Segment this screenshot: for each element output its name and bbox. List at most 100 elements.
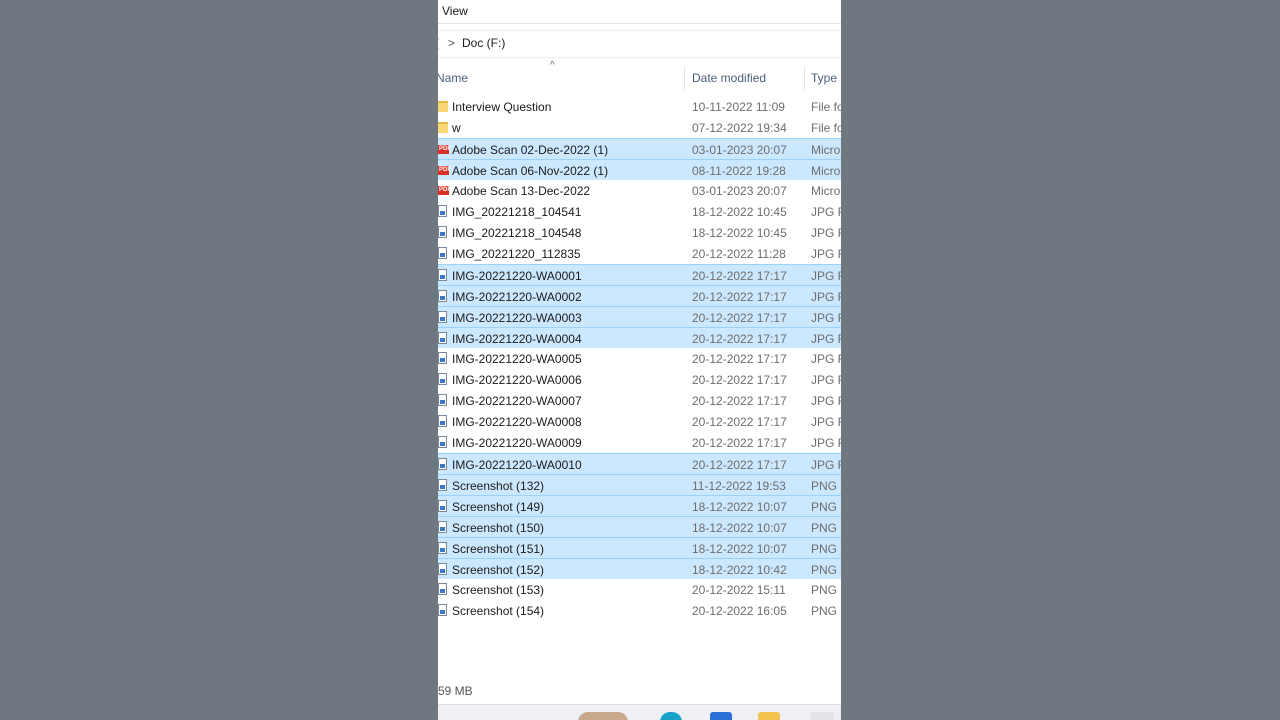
- image-icon: [438, 311, 447, 323]
- file-row[interactable]: IMG_20221218_104541 18-12-2022 10:45 JPG F…: [438, 201, 841, 222]
- file-name[interactable]: IMG-20221220-WA0006: [452, 373, 582, 387]
- image-icon: [438, 500, 447, 512]
- file-row[interactable]: Screenshot (154) 20-12-2022 16:05 PNG F: [438, 600, 841, 621]
- image-icon: [438, 458, 447, 470]
- file-row[interactable]: IMG-20221220-WA0008 20-12-2022 17:17 JPG F…: [438, 411, 841, 432]
- file-row[interactable]: Screenshot (149) 18-12-2022 10:07 PNG F: [438, 495, 841, 516]
- file-name[interactable]: Screenshot (150): [452, 521, 544, 535]
- file-row[interactable]: IMG-20221220-WA0005 20-12-2022 17:17 JPG F…: [438, 348, 841, 369]
- file-row[interactable]: Screenshot (132) 11-12-2022 19:53 PNG F: [438, 474, 841, 495]
- column-divider[interactable]: [684, 66, 685, 90]
- file-row[interactable]: IMG_20221218_104548 18-12-2022 10:45 JPG F…: [438, 222, 841, 243]
- column-header-type[interactable]: Type: [811, 71, 837, 85]
- file-name[interactable]: w: [452, 121, 461, 135]
- file-name[interactable]: Screenshot (153): [452, 583, 544, 597]
- file-row[interactable]: Screenshot (151) 18-12-2022 10:07 PNG F: [438, 537, 841, 558]
- file-list: Interview Question 10-11-2022 11:09 File f…: [438, 96, 841, 621]
- file-name[interactable]: Interview Question: [452, 100, 551, 114]
- file-row[interactable]: IMG-20221220-WA0003 20-12-2022 17:17 JPG F…: [438, 306, 841, 327]
- image-icon: [438, 269, 447, 281]
- file-explorer-icon[interactable]: [758, 712, 780, 720]
- file-name[interactable]: IMG-20221220-WA0005: [452, 352, 582, 366]
- file-row[interactable]: w 07-12-2022 19:34 File fo: [438, 117, 841, 138]
- file-name[interactable]: Adobe Scan 13-Dec-2022: [452, 184, 590, 198]
- column-header-date-modified[interactable]: Date modified: [692, 71, 766, 85]
- image-icon: [438, 583, 447, 595]
- file-type: Micro: [811, 143, 841, 157]
- file-type: JPG Fi: [811, 458, 841, 472]
- file-type: PNG F: [811, 604, 841, 618]
- file-type: PNG F: [811, 563, 841, 577]
- file-type: PNG F: [811, 479, 841, 493]
- file-date-modified: 20-12-2022 17:17: [692, 436, 787, 450]
- file-name[interactable]: IMG-20221220-WA0008: [452, 415, 582, 429]
- file-type: JPG Fi: [811, 247, 841, 261]
- file-date-modified: 18-12-2022 10:45: [692, 205, 787, 219]
- file-date-modified: 20-12-2022 11:28: [692, 247, 786, 261]
- pdf-icon: PDF: [438, 186, 451, 195]
- file-name[interactable]: Screenshot (132): [452, 479, 544, 493]
- file-type: JPG Fi: [811, 394, 841, 408]
- file-name[interactable]: IMG-20221220-WA0009: [452, 436, 582, 450]
- address-bar[interactable]: ( > Doc (F:): [438, 30, 841, 58]
- file-name[interactable]: IMG-20221220-WA0003: [452, 311, 582, 325]
- file-date-modified: 20-12-2022 17:17: [692, 311, 787, 325]
- file-name[interactable]: Adobe Scan 06-Nov-2022 (1): [452, 164, 608, 178]
- file-name[interactable]: IMG-20221220-WA0002: [452, 290, 582, 304]
- taskbar-widget-icon[interactable]: [578, 712, 628, 720]
- file-row[interactable]: Interview Question 10-11-2022 11:09 File f…: [438, 96, 841, 117]
- file-date-modified: 20-12-2022 17:17: [692, 352, 787, 366]
- chevron-right-icon[interactable]: >: [448, 36, 455, 50]
- file-type: JPG Fi: [811, 436, 841, 450]
- file-row[interactable]: IMG-20221220-WA0010 20-12-2022 17:17 JPG F…: [438, 453, 841, 474]
- file-name[interactable]: Screenshot (154): [452, 604, 544, 618]
- menu-view[interactable]: View: [442, 4, 468, 18]
- file-type: PNG F: [811, 542, 841, 556]
- image-icon: [438, 394, 447, 406]
- pdf-icon: PDF: [438, 145, 451, 154]
- column-header-name[interactable]: Name: [438, 71, 468, 85]
- file-row[interactable]: IMG-20221220-WA0009 20-12-2022 17:17 JPG F…: [438, 432, 841, 453]
- image-icon: [438, 542, 447, 554]
- file-date-modified: 18-12-2022 10:45: [692, 226, 787, 240]
- image-icon: [438, 373, 447, 385]
- file-date-modified: 20-12-2022 17:17: [692, 415, 787, 429]
- taskbar-app-icon[interactable]: [810, 712, 834, 720]
- file-date-modified: 20-12-2022 17:17: [692, 269, 787, 283]
- file-name[interactable]: IMG-20221220-WA0001: [452, 269, 582, 283]
- file-name[interactable]: Screenshot (152): [452, 563, 544, 577]
- file-row[interactable]: IMG-20221220-WA0001 20-12-2022 17:17 JPG F…: [438, 264, 841, 285]
- image-icon: [438, 247, 447, 259]
- image-icon: [438, 415, 447, 427]
- file-row[interactable]: IMG-20221220-WA0007 20-12-2022 17:17 JPG F…: [438, 390, 841, 411]
- file-row[interactable]: Screenshot (150) 18-12-2022 10:07 PNG F: [438, 516, 841, 537]
- file-row[interactable]: IMG-20221220-WA0006 20-12-2022 17:17 JPG F…: [438, 369, 841, 390]
- file-name[interactable]: IMG-20221220-WA0010: [452, 458, 582, 472]
- image-icon: [438, 604, 447, 616]
- column-divider[interactable]: [804, 66, 805, 90]
- file-row[interactable]: PDF Adobe Scan 06-Nov-2022 (1) 08-11-2022 …: [438, 159, 841, 180]
- file-name[interactable]: IMG-20221220-WA0007: [452, 394, 582, 408]
- file-row[interactable]: PDF Adobe Scan 02-Dec-2022 (1) 03-01-2023 …: [438, 138, 841, 159]
- status-selection-size: 59 MB: [438, 684, 473, 698]
- file-row[interactable]: IMG_20221220_112835 20-12-2022 11:28 JPG F…: [438, 243, 841, 264]
- file-name[interactable]: Screenshot (151): [452, 542, 544, 556]
- edge-browser-icon[interactable]: [660, 712, 682, 720]
- image-icon: [438, 290, 447, 302]
- menu-bar: View: [438, 0, 841, 24]
- file-name[interactable]: Screenshot (149): [452, 500, 544, 514]
- file-row[interactable]: Screenshot (152) 18-12-2022 10:42 PNG F: [438, 558, 841, 579]
- file-date-modified: 10-11-2022 11:09: [692, 100, 785, 114]
- file-name[interactable]: Adobe Scan 02-Dec-2022 (1): [452, 143, 608, 157]
- file-row[interactable]: Screenshot (153) 20-12-2022 15:11 PNG F: [438, 579, 841, 600]
- store-icon[interactable]: [710, 712, 732, 720]
- file-name[interactable]: IMG-20221220-WA0004: [452, 332, 582, 346]
- file-date-modified: 03-01-2023 20:07: [692, 184, 787, 198]
- file-row[interactable]: PDF Adobe Scan 13-Dec-2022 03-01-2023 20:0…: [438, 180, 841, 201]
- file-name[interactable]: IMG_20221218_104548: [452, 226, 581, 240]
- file-row[interactable]: IMG-20221220-WA0002 20-12-2022 17:17 JPG F…: [438, 285, 841, 306]
- file-name[interactable]: IMG_20221220_112835: [452, 247, 581, 261]
- file-name[interactable]: IMG_20221218_104541: [452, 205, 581, 219]
- file-row[interactable]: IMG-20221220-WA0004 20-12-2022 17:17 JPG F…: [438, 327, 841, 348]
- address-path[interactable]: Doc (F:): [462, 36, 505, 50]
